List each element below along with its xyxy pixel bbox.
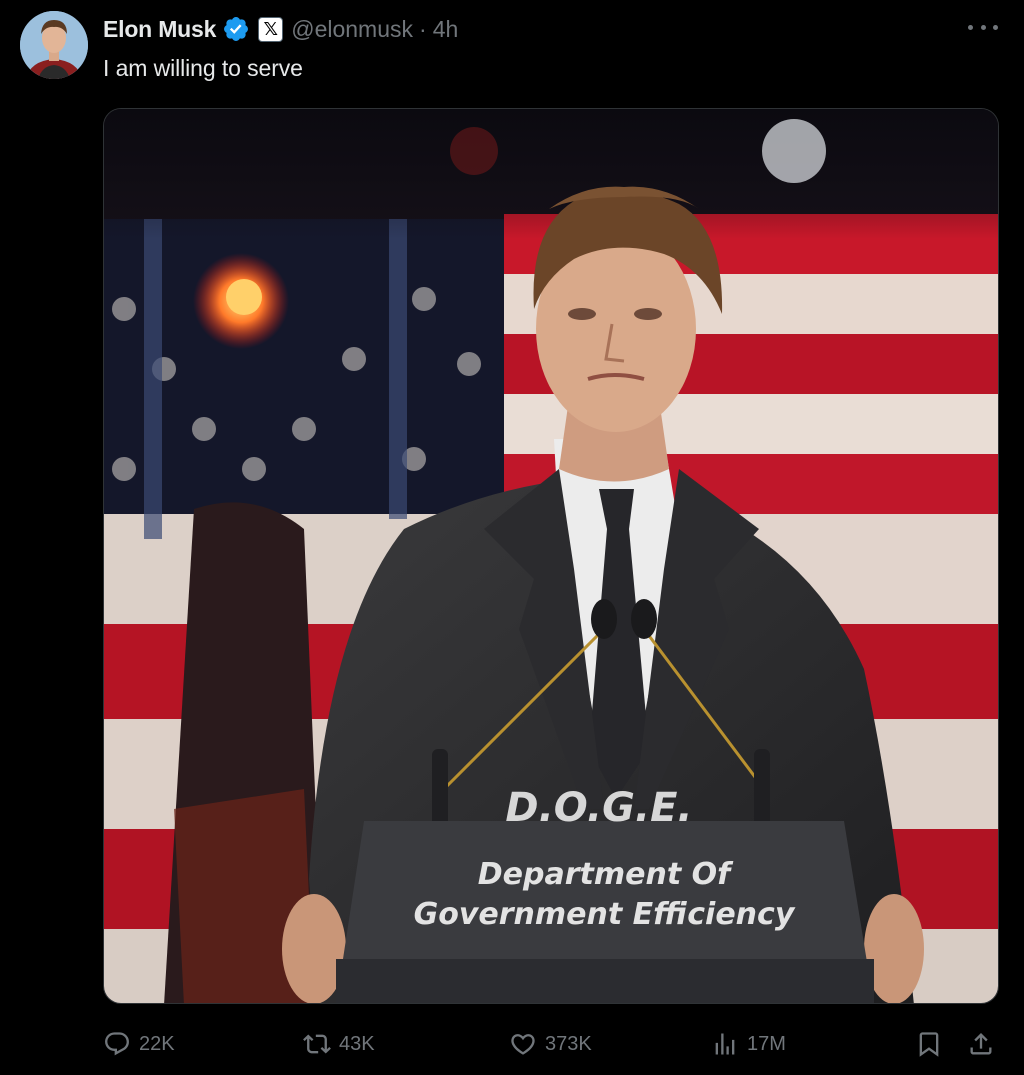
views-chart-icon [715,1033,735,1055]
tweet-actions: 22K 43K 373K 17M [103,1026,999,1062]
bookmark-icon [919,1032,939,1057]
heart-icon [511,1034,535,1055]
podium-line-1: Department Of [478,857,734,892]
podium-acronym: D.O.G.E. [505,785,692,831]
avatar-image [20,11,88,79]
podium-line-2: Government Efficiency [414,897,796,932]
tweet-media-image[interactable]: D.O.G.E. Department Of Government Effici… [103,108,999,1004]
share-icon [970,1033,992,1055]
reply-icon [105,1032,129,1056]
separator-dot: · [419,15,427,42]
reply-button[interactable]: 22K [103,1026,175,1062]
tweet-header: Elon Musk 𝕏 @elonmusk · 4h [103,14,458,44]
avatar[interactable] [20,11,88,79]
reply-count: 22K [139,1032,175,1055]
bookmark-button[interactable] [915,1026,951,1062]
like-count: 373K [545,1032,592,1055]
timestamp[interactable]: 4h [433,16,459,43]
x-logo-icon[interactable]: 𝕏 [258,16,284,42]
display-name[interactable]: Elon Musk [103,16,216,43]
more-options-icon[interactable] [968,14,998,40]
views-button[interactable]: 17M [711,1026,786,1062]
author-handle[interactable]: @elonmusk [291,16,413,43]
tweet-card: Elon Musk 𝕏 @elonmusk · 4h I am willing … [0,0,1024,1075]
verified-badge-icon[interactable] [222,15,250,43]
like-button[interactable]: 373K [509,1026,592,1062]
repost-button[interactable]: 43K [303,1026,375,1062]
tweet-text: I am willing to serve [103,55,303,81]
podium-photo: D.O.G.E. Department Of Government Effici… [104,109,998,1003]
view-count: 17M [747,1032,786,1055]
repost-count: 43K [339,1032,375,1055]
share-button[interactable] [967,1026,1003,1062]
repost-icon [303,1034,331,1054]
